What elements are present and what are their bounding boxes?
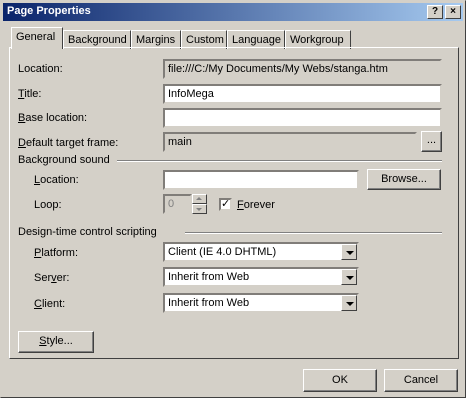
ok-button[interactable]: OK [303, 369, 377, 392]
cancel-button[interactable]: Cancel [384, 369, 458, 392]
close-button[interactable]: × [445, 5, 461, 19]
help-button[interactable]: ? [427, 5, 443, 19]
tab-general[interactable]: General [11, 27, 63, 49]
window-title: Page Properties [7, 5, 91, 17]
page-properties-dialog: Page Properties ? × General Background M… [0, 0, 466, 398]
general-panel [9, 47, 459, 359]
title-bar: Page Properties ? × [3, 3, 463, 21]
